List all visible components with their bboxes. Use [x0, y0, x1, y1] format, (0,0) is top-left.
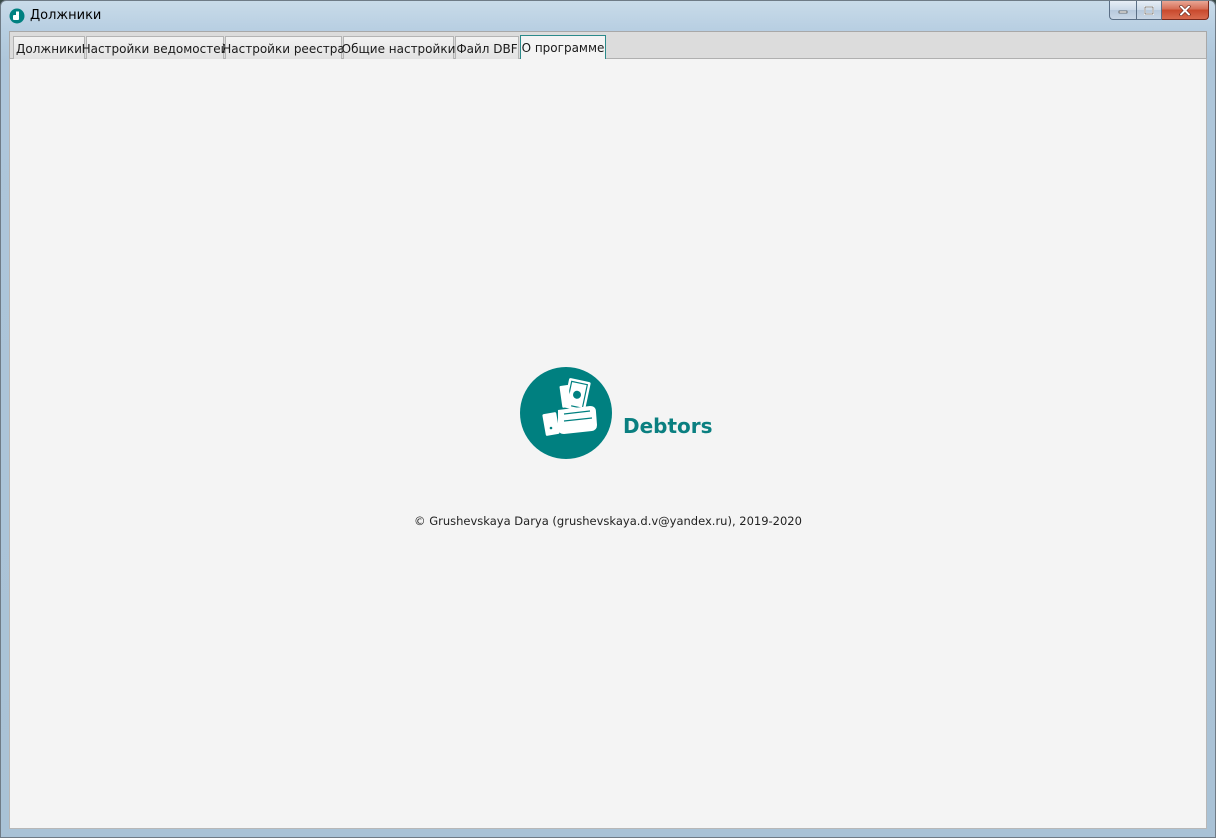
maximize-button[interactable]	[1136, 1, 1162, 20]
close-button[interactable]	[1162, 1, 1209, 20]
tab-statement-settings[interactable]: Настройки ведомостей	[82, 36, 228, 60]
minimize-button[interactable]	[1109, 1, 1136, 20]
window-title: Должники	[30, 8, 102, 23]
app-icon	[9, 8, 25, 24]
app-name: Debtors	[623, 414, 713, 438]
close-icon	[1179, 4, 1191, 16]
copyright-text: © Grushevskaya Darya (grushevskaya.d.v@y…	[414, 514, 802, 528]
app-logo	[520, 367, 612, 459]
app-window: Должники Должники Настройки ведомостей Н…	[0, 0, 1216, 838]
tab-debtors[interactable]: Должники	[13, 36, 85, 60]
about-panel: Debtors © Grushevskaya Darya (grushevska…	[9, 59, 1207, 829]
caption-buttons	[1109, 1, 1209, 20]
tab-dbf-file[interactable]: Файл DBF	[455, 36, 519, 60]
maximize-icon	[1144, 5, 1154, 15]
tab-registry-settings[interactable]: Настройки реестра	[222, 36, 345, 60]
hand-holding-money-icon	[542, 378, 597, 436]
tab-general-settings[interactable]: Общие настройки	[342, 36, 455, 60]
tab-about[interactable]: О программе	[520, 35, 606, 60]
minimize-icon	[1118, 10, 1128, 14]
tab-bar: Должники Настройки ведомостей Настройки …	[9, 31, 1207, 60]
title-bar[interactable]: Должники	[1, 1, 1215, 31]
